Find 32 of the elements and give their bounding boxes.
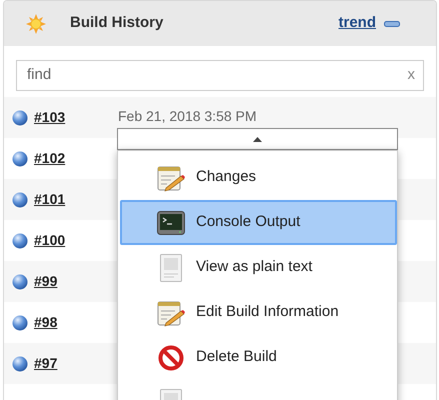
dropdown-toggle[interactable] (117, 128, 398, 150)
menu-item[interactable]: Changes (120, 155, 397, 200)
sun-icon (26, 14, 46, 34)
status-ball-icon (12, 150, 28, 166)
forbidden-icon (158, 344, 184, 370)
status-ball-icon (12, 356, 28, 372)
search-field[interactable]: find x (16, 60, 424, 91)
build-link[interactable]: #103 (34, 107, 114, 128)
document-icon (160, 254, 182, 282)
status-ball-icon (12, 192, 28, 208)
status-ball-icon (12, 314, 28, 330)
build-date: Feb 21, 2018 3:58 PM (118, 107, 257, 126)
collapse-icon[interactable] (384, 20, 400, 26)
menu-item[interactable]: Console Output (120, 200, 397, 245)
clear-button[interactable]: x (408, 64, 415, 87)
status-ball-icon (12, 274, 28, 290)
notepad-pencil-icon (157, 298, 185, 326)
build-link[interactable]: #101 (34, 189, 114, 210)
menu-item[interactable]: View as plain text (120, 245, 397, 290)
menu-item[interactable]: Edit Build Information (120, 290, 397, 335)
build-link[interactable]: #102 (34, 148, 114, 169)
trend-link[interactable]: trend (338, 12, 376, 35)
build-link[interactable]: #97 (34, 353, 114, 374)
menu-item[interactable]: Delete Build (120, 335, 397, 380)
terminal-icon (157, 210, 185, 234)
status-ball-icon (12, 232, 28, 248)
status-ball-icon (12, 110, 28, 126)
build-link[interactable]: #100 (34, 230, 114, 251)
build-link[interactable]: #98 (34, 312, 114, 333)
build-link[interactable]: #99 (34, 271, 114, 292)
panel-title: Build History (70, 13, 164, 34)
notepad-pencil-icon (157, 164, 185, 192)
